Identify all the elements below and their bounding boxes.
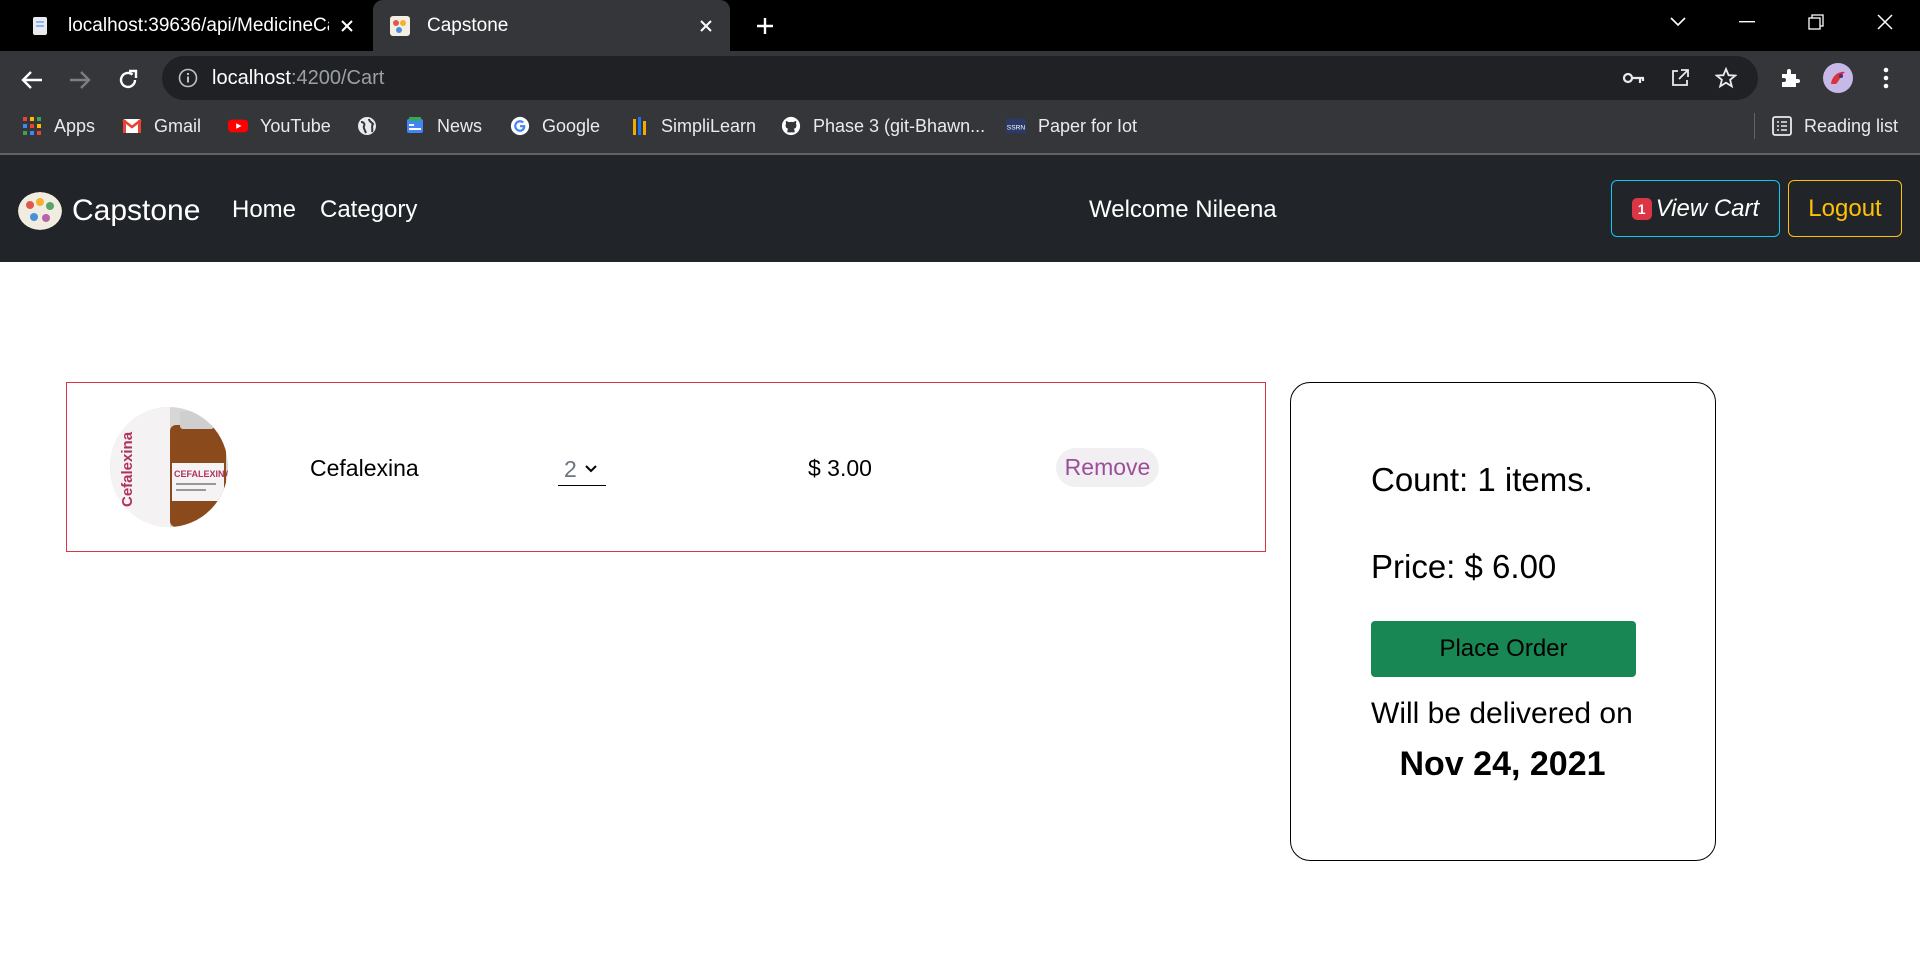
reload-icon[interactable]	[110, 62, 146, 98]
product-name: Cefalexina	[310, 455, 419, 481]
bookmark-github[interactable]: Phase 3 (git-Bhawn...	[781, 112, 985, 140]
bookmark-google[interactable]: Google	[510, 112, 600, 140]
news-icon	[405, 116, 425, 136]
brand-logo-icon	[18, 192, 62, 230]
tab-title: Capstone	[427, 14, 509, 36]
close-tab-icon[interactable]	[329, 8, 365, 44]
browser-tab-api[interactable]: localhost:39636/api/MedicineCat	[14, 0, 371, 51]
reading-list-button[interactable]: Reading list	[1772, 112, 1898, 140]
github-icon	[781, 116, 801, 136]
simplilearn-icon	[629, 116, 649, 136]
delivery-date: Nov 24, 2021	[1399, 745, 1606, 783]
cart-count-badge: 1	[1631, 197, 1652, 220]
reading-list-icon	[1772, 116, 1792, 136]
password-key-icon[interactable]	[1622, 66, 1646, 90]
extensions-icon[interactable]	[1772, 60, 1808, 96]
open-external-icon[interactable]	[1668, 66, 1692, 90]
total-price: Price: $ 6.00	[1371, 548, 1557, 585]
cart-item-row: Cefalexina CEFALEXINA Cefalexina 2 $ 3.0…	[66, 382, 1266, 552]
bookmark-globe[interactable]	[357, 112, 389, 140]
capstone-favicon-icon	[390, 15, 410, 36]
nav-link-category[interactable]: Category	[320, 196, 417, 224]
tab-title: localhost:39636/api/MedicineCat	[68, 14, 329, 36]
product-price: $ 3.00	[808, 455, 872, 481]
ssrn-icon: SSRN	[1006, 116, 1026, 136]
browser-menu-icon[interactable]	[1868, 60, 1904, 96]
svg-text:CEFALEXINA: CEFALEXINA	[174, 469, 228, 479]
place-order-button[interactable]: Place Order	[1371, 621, 1636, 677]
back-icon[interactable]	[14, 62, 50, 98]
bookmark-label: Google	[542, 115, 601, 136]
svg-text:Cefalexina: Cefalexina	[119, 431, 136, 507]
restore-icon[interactable]	[1786, 0, 1846, 44]
forward-icon[interactable]	[62, 62, 98, 98]
quantity-value: 2	[564, 455, 577, 482]
bookmark-paper-iot[interactable]: SSRN Paper for Iot	[1006, 112, 1137, 140]
close-window-icon[interactable]	[1855, 0, 1915, 44]
delivery-label: Will be delivered on	[1371, 697, 1633, 730]
tab-search-icon[interactable]	[1648, 0, 1708, 44]
chevron-down-icon	[585, 465, 597, 473]
bookmark-simplilearn[interactable]: SimpliLearn	[629, 112, 756, 140]
bookmark-apps[interactable]: Apps	[22, 112, 95, 140]
reading-list-label: Reading list	[1804, 115, 1899, 136]
site-info-icon[interactable]	[176, 66, 200, 90]
bookmark-gmail[interactable]: Gmail	[122, 112, 201, 140]
youtube-icon	[228, 116, 248, 136]
profile-avatar-icon[interactable]	[1820, 60, 1856, 96]
address-bar[interactable]: localhost:4200/Cart	[162, 56, 1758, 100]
view-cart-button[interactable]: 1 View Cart	[1611, 180, 1780, 237]
url-text: localhost:4200/Cart	[212, 66, 385, 89]
bookmark-label: YouTube	[260, 115, 331, 136]
bookmark-label: SimpliLearn	[661, 115, 757, 136]
remove-button[interactable]: Remove	[1056, 448, 1159, 487]
item-count: Count: 1 items.	[1371, 461, 1593, 498]
bookmark-youtube[interactable]: YouTube	[228, 112, 331, 140]
navbar-brand[interactable]: Capstone	[18, 192, 200, 230]
new-tab-button[interactable]	[748, 9, 782, 43]
order-summary-card: Count: 1 items. Price: $ 6.00 Place Orde…	[1290, 382, 1716, 861]
bookmarks-divider	[1754, 113, 1755, 139]
minimize-icon[interactable]	[1717, 0, 1777, 44]
bookmark-label: Apps	[54, 115, 96, 136]
bookmark-label: News	[437, 115, 483, 136]
bookmark-label: Gmail	[154, 115, 202, 136]
bookmark-label: Phase 3 (git-Bhawn...	[813, 115, 986, 136]
browser-tab-capstone[interactable]: Capstone	[373, 0, 730, 51]
logout-button[interactable]: Logout	[1788, 180, 1902, 237]
view-cart-label: View Cart	[1655, 194, 1760, 222]
product-image: Cefalexina CEFALEXINA	[110, 407, 228, 527]
close-tab-icon[interactable]	[688, 8, 724, 44]
bookmark-news[interactable]: News	[405, 112, 482, 140]
apps-grid-icon	[22, 116, 42, 136]
globe-icon	[357, 116, 377, 136]
bookmark-star-icon[interactable]	[1714, 66, 1738, 90]
quantity-select[interactable]: 2	[558, 453, 606, 486]
google-icon	[510, 116, 530, 136]
svg-text:SSRN: SSRN	[1007, 124, 1026, 131]
nav-link-home[interactable]: Home	[232, 196, 296, 224]
gmail-icon	[122, 116, 142, 136]
bookmark-label: Paper for Iot	[1038, 115, 1138, 136]
document-icon	[33, 16, 47, 35]
browser-tab-strip: localhost:39636/api/MedicineCat Capstone	[0, 0, 1920, 51]
brand-name: Capstone	[72, 194, 201, 227]
welcome-message: Welcome Nileena	[1089, 196, 1277, 223]
